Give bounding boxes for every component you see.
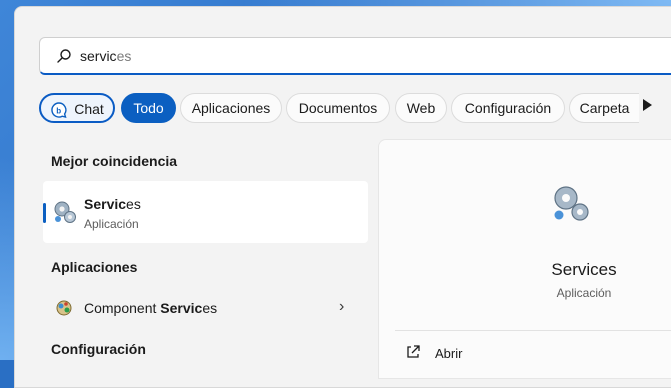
component-services-icon — [56, 300, 72, 316]
section-title-settings: Configuración — [51, 341, 146, 357]
section-title-best-match: Mejor coincidencia — [51, 153, 178, 169]
result-name-rest: es — [126, 196, 141, 212]
section-title-apps: Aplicaciones — [51, 259, 138, 275]
divider — [395, 330, 671, 331]
chip-configuracion[interactable]: Configuración — [451, 93, 565, 123]
search-input[interactable]: services — [80, 48, 131, 64]
chip-label: Web — [406, 100, 436, 116]
filter-chips: b Chat Todo Aplicaciones Documentos Web … — [39, 93, 671, 125]
best-match-item[interactable]: Services Aplicación — [43, 181, 368, 243]
open-external-icon — [407, 345, 420, 358]
chip-label: Configuración — [464, 100, 552, 116]
chip-label: Todo — [133, 100, 164, 116]
open-label: Abrir — [435, 346, 463, 361]
scroll-right-icon[interactable] — [643, 99, 652, 111]
chip-label: Chat — [74, 101, 104, 117]
search-typed-text: servic — [80, 48, 117, 64]
chat-bubble-icon: b — [51, 102, 67, 119]
chip-carpeta[interactable]: Carpeta — [569, 93, 639, 123]
chip-label: Documentos — [298, 100, 378, 116]
chip-todo[interactable]: Todo — [121, 93, 176, 123]
detail-title: Services — [551, 260, 617, 279]
result-name-pre: Component — [84, 300, 161, 316]
app-result-item[interactable]: Component Services › — [43, 291, 368, 325]
chip-chat[interactable]: b Chat — [39, 93, 115, 123]
result-name: Component Services — [84, 300, 217, 316]
search-icon — [57, 49, 71, 63]
chip-label: Carpeta — [579, 100, 630, 116]
services-gear-icon-large — [554, 186, 589, 221]
start-search-panel: services b Chat Todo Aplicaciones Docume… — [14, 6, 671, 388]
detail-type: Aplicación — [556, 286, 612, 300]
search-box[interactable]: services — [39, 37, 671, 75]
selection-indicator — [43, 203, 46, 223]
result-name-match: Servic — [84, 196, 127, 212]
chip-label: Aplicaciones — [191, 100, 271, 116]
chevron-right-icon[interactable]: › — [339, 298, 344, 316]
result-name-rest: es — [202, 300, 218, 316]
services-gear-icon — [54, 201, 76, 223]
result-type: Aplicación — [84, 217, 139, 231]
chip-aplicaciones[interactable]: Aplicaciones — [180, 93, 282, 123]
search-autocomplete-text: es — [116, 48, 132, 64]
detail-pane: Services Aplicación Abrir — [378, 139, 671, 379]
chip-documentos[interactable]: Documentos — [286, 93, 390, 123]
chip-web[interactable]: Web — [395, 93, 447, 123]
result-name: Services — [84, 196, 141, 212]
result-name-match: Servic — [160, 300, 203, 316]
svg-text:b: b — [56, 107, 61, 116]
